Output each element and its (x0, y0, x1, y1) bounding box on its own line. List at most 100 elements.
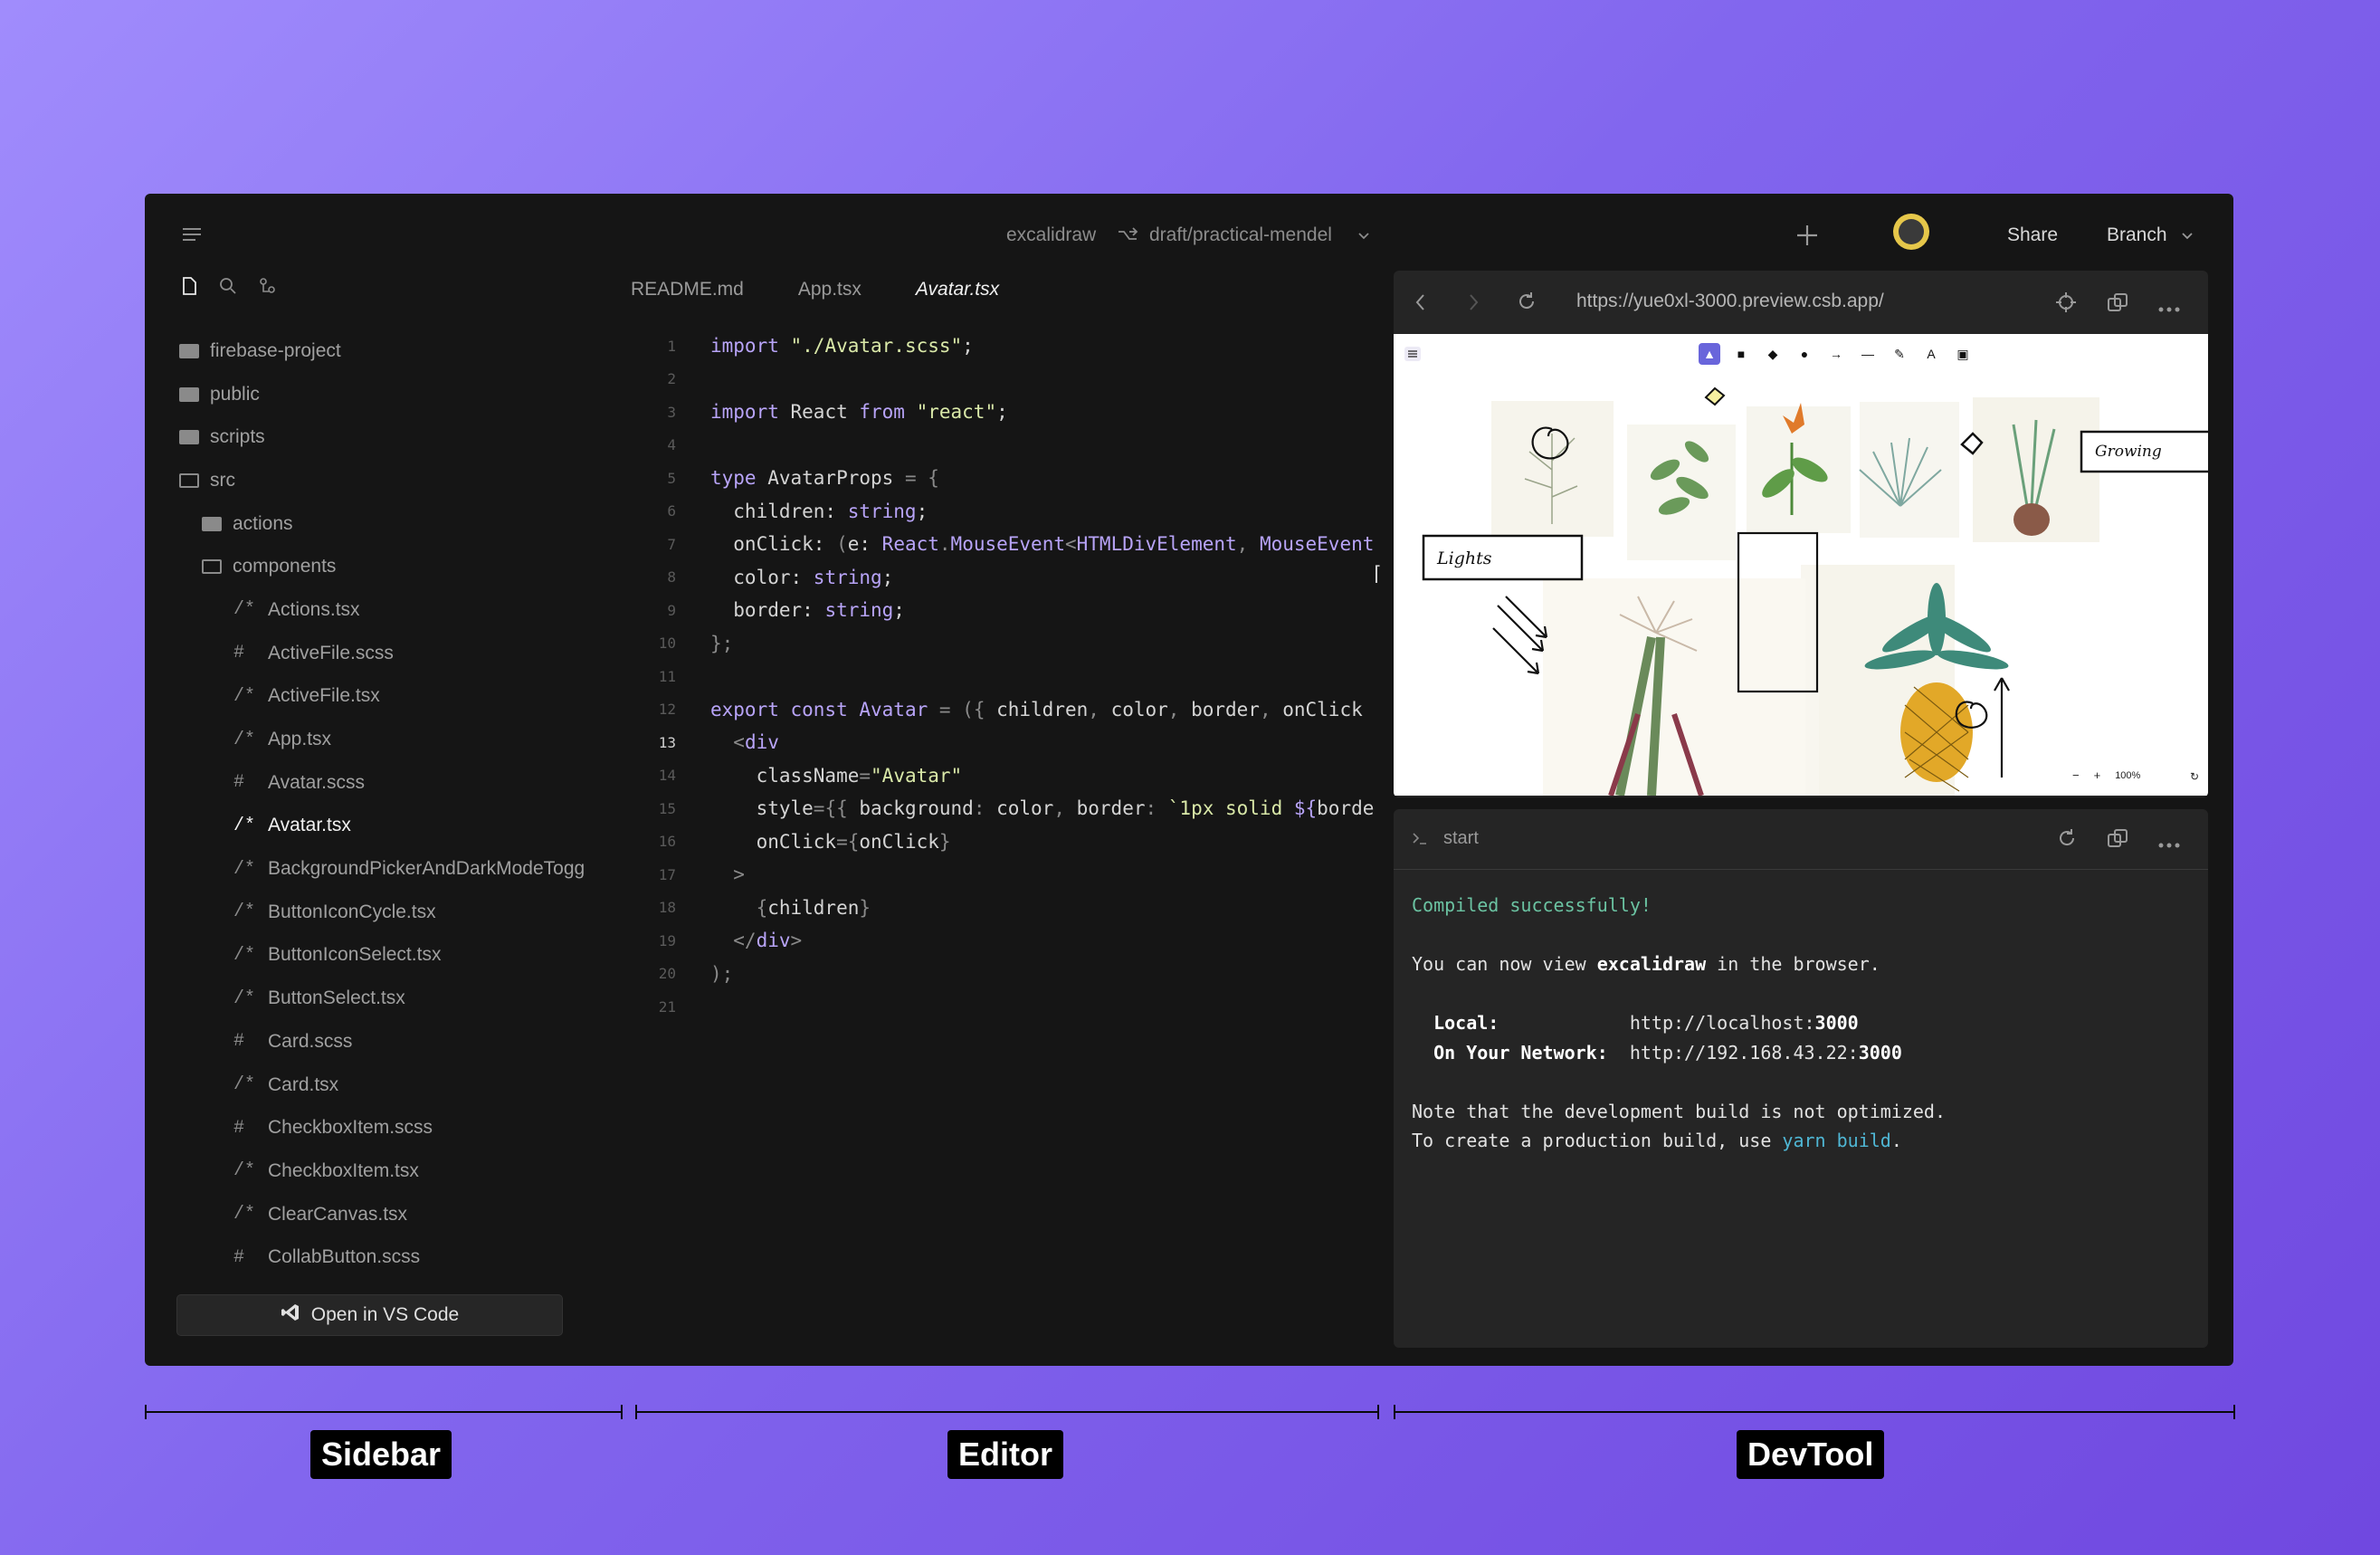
code-line: 20); (622, 958, 1522, 991)
code-token: from (859, 401, 917, 424)
code-line: 18 {children} (622, 892, 1522, 925)
code-token: background (859, 797, 974, 820)
tree-item[interactable]: # CheckboxItem.scss (179, 1106, 632, 1150)
tree-item[interactable]: /* ClearCanvas.tsx (179, 1193, 632, 1236)
code-token: < (1064, 533, 1077, 556)
more-icon[interactable] (2158, 836, 2180, 853)
tree-item[interactable]: /* App.tsx (179, 718, 632, 761)
editor-tab[interactable]: Avatar.tsx (916, 279, 999, 301)
growing-label[interactable]: Growing (2095, 443, 2162, 461)
tree-item-label: ActiveFile.tsx (268, 685, 380, 707)
code-editor[interactable]: 1 import "./Avatar.scss"; 2 3 import React f… (622, 329, 1522, 1235)
tree-item[interactable]: /* ButtonSelect.tsx (179, 977, 632, 1020)
open-in-vscode-button[interactable]: Open in VS Code (176, 1294, 563, 1336)
tree-item-label: Avatar.scss (268, 771, 365, 793)
tree-item[interactable]: /* ButtonIconSelect.tsx (179, 934, 632, 978)
tree-item[interactable]: /* BackgroundPickerAndDarkModeTogg (179, 847, 632, 891)
tree-item[interactable]: /* Avatar.tsx (179, 805, 632, 848)
add-icon[interactable] (1795, 223, 1820, 253)
editor-tab[interactable]: App.tsx (798, 279, 862, 301)
code-line: 15 style ={{ background: color, border: `… (622, 792, 1522, 825)
line-number: 8 (667, 568, 676, 587)
tree-item[interactable]: /* ButtonIconCycle.tsx (179, 891, 632, 934)
reload-icon[interactable] (1516, 291, 1537, 317)
popout-icon[interactable] (2107, 827, 2128, 854)
folder-icon (179, 343, 199, 358)
code-token: import (710, 401, 791, 424)
view-suffix: in the browser. (1706, 953, 1880, 975)
code-token: ; (962, 335, 974, 358)
tree-item[interactable]: # Card.scss (179, 1020, 632, 1064)
terminal-icon (1412, 831, 1428, 850)
terminal-panel: start Compiled successfully! You can now… (1394, 809, 2208, 1348)
tree-item[interactable]: # ActiveFile.scss (179, 632, 632, 675)
tree-item[interactable]: src (179, 459, 632, 502)
search-icon[interactable] (219, 277, 237, 300)
tree-item[interactable]: # CollabButton.scss (179, 1235, 632, 1279)
tree-item[interactable]: /* CheckboxItem.tsx (179, 1150, 632, 1193)
line-number: 17 (658, 865, 676, 883)
chevron-down-icon[interactable] (1357, 230, 1370, 246)
editor-tabs: README.md App.tsx Avatar.tsx (631, 279, 999, 301)
restart-icon[interactable] (2056, 827, 2078, 854)
project-name[interactable]: excalidraw (1006, 224, 1096, 246)
tree-item[interactable]: # Avatar.scss (179, 761, 632, 805)
tree-item[interactable]: components (179, 545, 632, 588)
tree-item[interactable]: /* Card.tsx (179, 1064, 632, 1107)
code-line: 12 export const Avatar = ({ children, col… (622, 693, 1522, 727)
tree-item[interactable]: actions (179, 502, 632, 546)
editor-tab[interactable]: README.md (631, 279, 744, 301)
code-token: , (1259, 698, 1283, 720)
line-number: 6 (667, 502, 676, 520)
zoom-out-button[interactable]: − (2072, 768, 2080, 782)
tree-item[interactable]: firebase-project (179, 329, 632, 373)
code-line: 2 (622, 363, 1522, 396)
devtool-bracket (1394, 1405, 2235, 1419)
popout-icon[interactable] (2107, 291, 2128, 318)
tree-item[interactable]: /* Actions.tsx (179, 588, 632, 632)
local-label: Local: (1412, 1012, 1499, 1034)
local-url[interactable]: http://localhost: (1630, 1012, 1815, 1034)
tree-item[interactable]: /* ActiveFile.tsx (179, 675, 632, 719)
chevron-down-icon[interactable] (2181, 230, 2194, 246)
file-icon[interactable] (181, 277, 197, 300)
excalidraw-canvas[interactable]: ▲ ■ ◆ ● → — ✎ A ▣ Lights Growing − + 100… (1394, 334, 2208, 796)
tree-item-label: Actions.tsx (268, 598, 360, 620)
tree-item[interactable]: public (179, 373, 632, 416)
tsx-file-icon: /* (233, 1074, 256, 1096)
line-number: 3 (667, 403, 676, 421)
menu-icon[interactable] (181, 225, 203, 243)
local-port: 3000 (1814, 1012, 1859, 1034)
url-input[interactable]: https://yue0xl-3000.preview.csb.app/ (1576, 291, 1884, 312)
tree-item[interactable]: scripts (179, 415, 632, 459)
more-icon[interactable] (2158, 301, 2180, 317)
crosshair-icon[interactable] (2054, 291, 2078, 319)
git-icon[interactable] (259, 277, 277, 300)
share-button[interactable]: Share (2007, 224, 2058, 246)
code-token: "react" (916, 401, 997, 424)
preview-browser: https://yue0xl-3000.preview.csb.app/ ▲ ■… (1394, 271, 2208, 797)
tree-item-label: src (210, 469, 235, 491)
forward-icon[interactable] (1466, 292, 1480, 317)
tree-item-label: ClearCanvas.tsx (268, 1203, 408, 1225)
sidebar-section-label: Sidebar (310, 1430, 452, 1479)
zoom-in-button[interactable]: + (2094, 768, 2101, 782)
vscode-icon (281, 1302, 300, 1328)
branch-name[interactable]: draft/practical-mendel (1149, 224, 1332, 246)
code-token: div (756, 930, 791, 952)
tree-item-label: components (233, 556, 337, 577)
code-token: "Avatar" (871, 764, 963, 787)
code-token: ; (996, 401, 1008, 424)
network-url[interactable]: http://192.168.43.22: (1630, 1042, 1859, 1064)
line-number: 11 (658, 667, 676, 685)
app-window: excalidraw draft/practical-mendel Share … (145, 194, 2233, 1366)
terminal-title[interactable]: start (1443, 828, 1479, 849)
line-number: 9 (667, 601, 676, 619)
network-port: 3000 (1858, 1041, 1902, 1064)
reset-icon[interactable]: ↻ (2190, 770, 2199, 783)
branch-menu-button[interactable]: Branch (2107, 224, 2167, 246)
back-icon[interactable] (1414, 292, 1428, 317)
avatar[interactable] (1893, 214, 1929, 250)
code-token: color (1110, 698, 1168, 720)
lights-label[interactable]: Lights (1437, 549, 1491, 568)
